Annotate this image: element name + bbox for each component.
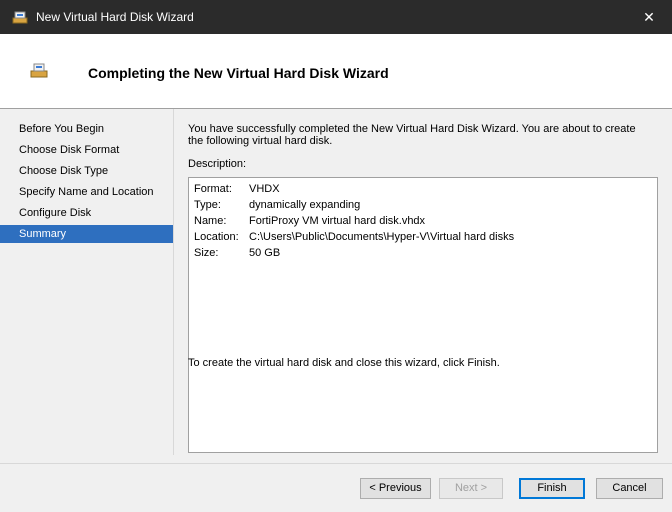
disk-wizard-icon	[30, 63, 48, 78]
close-icon[interactable]: ✕	[626, 0, 672, 34]
summary-row: Name: FortiProxy VM virtual hard disk.vhd…	[194, 214, 425, 228]
description-box[interactable]: Format: VHDX Type: dynamically expanding N…	[188, 177, 658, 453]
nav-item-summary[interactable]: Summary	[0, 225, 173, 243]
summary-row: Location: C:\Users\Public\Documents\Hyper…	[194, 230, 514, 244]
nav-item-choose-disk-format[interactable]: Choose Disk Format	[0, 141, 173, 159]
footer-divider	[0, 463, 672, 464]
title-bar: New Virtual Hard Disk Wizard ✕	[0, 0, 672, 34]
summary-value: VHDX	[249, 183, 280, 195]
summary-value: FortiProxy VM virtual hard disk.vhdx	[249, 215, 426, 227]
summary-row: Format: VHDX	[194, 182, 280, 196]
page-title: Completing the New Virtual Hard Disk Wiz…	[88, 65, 389, 81]
cancel-button[interactable]: Cancel	[596, 478, 663, 499]
summary-row: Size: 50 GB	[194, 246, 280, 260]
summary-key: Format:	[194, 183, 232, 195]
summary-key: Size:	[194, 247, 219, 259]
next-button[interactable]: Next >	[439, 478, 503, 499]
summary-row: Type: dynamically expanding	[194, 198, 360, 212]
summary-key: Name:	[194, 215, 227, 227]
summary-value: C:\Users\Public\Documents\Hyper-V\Virtua…	[249, 231, 515, 243]
nav-item-choose-disk-type[interactable]: Choose Disk Type	[0, 162, 173, 180]
disk-wizard-icon	[12, 11, 28, 24]
description-label: Description:	[188, 158, 247, 170]
intro-text: You have successfully completed the New …	[188, 123, 636, 147]
nav-item-specify-name-location[interactable]: Specify Name and Location	[0, 183, 173, 201]
outro-text: To create the virtual hard disk and clos…	[188, 357, 500, 369]
wizard-header: Completing the New Virtual Hard Disk Wiz…	[0, 34, 672, 109]
nav-item-configure-disk[interactable]: Configure Disk	[0, 204, 173, 222]
previous-button[interactable]: < Previous	[360, 478, 431, 499]
summary-key: Type:	[194, 199, 221, 211]
nav-item-before-you-begin[interactable]: Before You Begin	[0, 120, 173, 138]
wizard-nav: Before You Begin Choose Disk Format Choo…	[0, 109, 174, 455]
window-title: New Virtual Hard Disk Wizard	[36, 10, 194, 24]
summary-value: 50 GB	[249, 247, 281, 259]
summary-key: Location:	[194, 231, 239, 243]
summary-value: dynamically expanding	[249, 199, 361, 211]
finish-button[interactable]: Finish	[519, 478, 585, 499]
